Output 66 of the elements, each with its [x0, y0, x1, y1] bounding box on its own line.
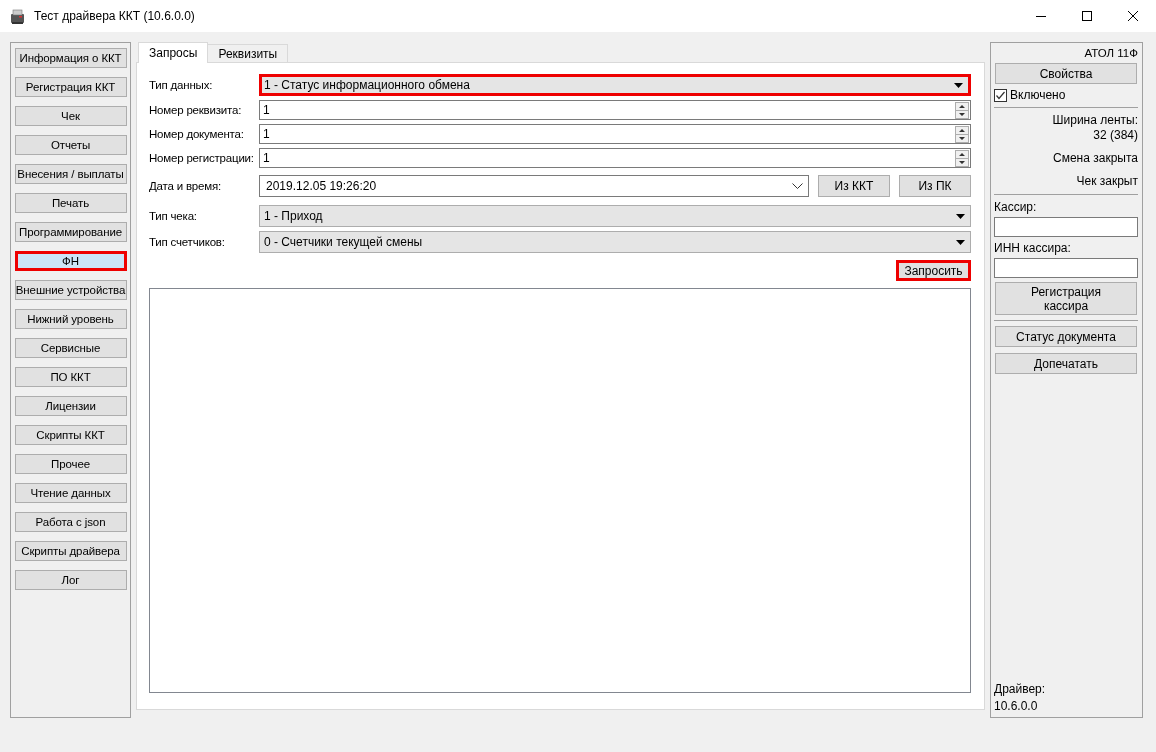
- tab[interactable]: Реквизиты: [207, 44, 289, 62]
- sidebar-button[interactable]: Внесения / выплаты: [14, 164, 127, 184]
- field-label: Тип счетчиков:: [149, 236, 226, 248]
- spin-arrows-icon[interactable]: [955, 149, 969, 167]
- tape-width-value: 32 (384): [1092, 128, 1138, 143]
- sidebar-button[interactable]: Работа с json: [14, 512, 127, 532]
- cashier-label: Кассир:: [994, 200, 1038, 215]
- dropdown-arrow-icon: [956, 239, 965, 245]
- sidebar-button[interactable]: Печать: [14, 193, 127, 213]
- sidebar-button[interactable]: Программирование: [14, 222, 127, 242]
- spin-arrows-icon[interactable]: [955, 125, 969, 143]
- dropdown[interactable]: 0 - Счетчики текущей смены: [259, 231, 971, 253]
- sidebar-button[interactable]: ПО ККТ: [14, 367, 127, 387]
- printer-icon: [9, 7, 26, 25]
- register-cashier-button[interactable]: Регистрация кассира: [995, 282, 1137, 315]
- number-field[interactable]: 1: [259, 124, 971, 144]
- request-button[interactable]: Запросить: [896, 260, 971, 281]
- shift-status: Смена закрыта: [1052, 151, 1138, 166]
- sidebar-button[interactable]: Скрипты драйвера: [14, 541, 127, 561]
- action-button[interactable]: Из ККТ: [818, 175, 890, 197]
- field-label: Номер регистрации:: [149, 152, 255, 164]
- field-label: Дата и время:: [149, 180, 222, 192]
- sidebar-button[interactable]: Лог: [14, 570, 127, 590]
- sidebar-button[interactable]: Информация о ККТ: [14, 48, 127, 68]
- sidebar-button[interactable]: Внешние устройства: [14, 280, 127, 300]
- reprint-button[interactable]: Допечатать: [995, 353, 1137, 374]
- receipt-status: Чек закрыт: [1075, 174, 1138, 189]
- close-icon: [1128, 11, 1138, 21]
- sidebar-button[interactable]: Отчеты: [14, 135, 127, 155]
- window-title: Тест драйвера ККТ (10.6.0.0): [34, 9, 195, 23]
- driver-version: 10.6.0.0: [994, 699, 1039, 714]
- cashier-inn-field[interactable]: [994, 258, 1138, 278]
- cashier-field[interactable]: [994, 217, 1138, 237]
- sidebar-button[interactable]: Чек: [14, 106, 127, 126]
- sidebar-button[interactable]: Скрипты ККТ: [14, 425, 127, 445]
- field-label: Тип данных:: [149, 79, 214, 91]
- sidebar-button[interactable]: Регистрация ККТ: [14, 77, 127, 97]
- properties-button[interactable]: Свойства: [995, 63, 1137, 84]
- dropdown-arrow-icon: [956, 213, 965, 219]
- field-label: Тип чека:: [149, 210, 198, 222]
- document-status-button[interactable]: Статус документа: [995, 326, 1137, 347]
- date-time-field[interactable]: 2019.12.05 19:26:20: [259, 175, 809, 197]
- dropdown[interactable]: 1 - Приход: [259, 205, 971, 227]
- cashier-inn-label: ИНН кассира:: [994, 241, 1072, 256]
- sidebar-button[interactable]: Чтение данных: [14, 483, 127, 503]
- chevron-down-icon: [792, 183, 803, 189]
- sidebar-button[interactable]: Сервисные: [14, 338, 127, 358]
- sidebar-button[interactable]: Нижний уровень: [14, 309, 127, 329]
- tape-width-label: Ширина ленты:: [1051, 113, 1138, 128]
- driver-label: Драйвер:: [994, 682, 1047, 697]
- number-field[interactable]: 1: [259, 100, 971, 120]
- sidebar-button[interactable]: Лицензии: [14, 396, 127, 416]
- device-model: АТОЛ 11Ф: [1083, 46, 1138, 61]
- spin-arrows-icon[interactable]: [955, 101, 969, 119]
- field-label: Номер документа:: [149, 128, 245, 140]
- sidebar-button[interactable]: Прочее: [14, 454, 127, 474]
- maximize-icon: [1082, 11, 1092, 21]
- tab[interactable]: Запросы: [138, 42, 209, 63]
- dropdown-arrow-icon: [954, 82, 963, 88]
- dropdown[interactable]: 1 - Статус информационного обмена: [259, 74, 971, 96]
- checkbox-label: Включено: [1010, 88, 1066, 102]
- field-label: Номер реквизита:: [149, 104, 243, 116]
- number-field[interactable]: 1: [259, 148, 971, 168]
- checkbox[interactable]: [994, 88, 1007, 102]
- action-button[interactable]: Из ПК: [899, 175, 971, 197]
- sidebar-button[interactable]: ФН: [14, 251, 127, 271]
